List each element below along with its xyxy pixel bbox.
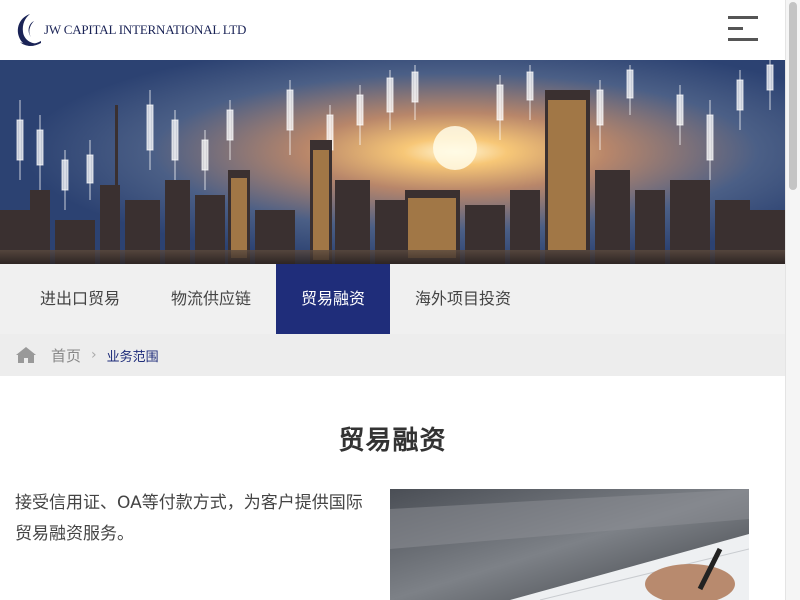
hamburger-menu-icon[interactable] — [728, 16, 760, 42]
chevron-right-icon: › — [91, 347, 97, 363]
logo-text: JW CAPITAL INTERNATIONAL LTD — [44, 22, 247, 37]
city-skyline-image — [0, 60, 785, 264]
scrollbar-thumb[interactable] — [789, 2, 797, 190]
breadcrumb-current[interactable]: 业务范围 — [107, 346, 159, 365]
home-icon[interactable] — [15, 346, 37, 364]
crescent-logo-icon — [17, 14, 41, 46]
section-title: 贸易融资 — [338, 426, 447, 456]
logo[interactable]: JW CAPITAL INTERNATIONAL LTD — [14, 12, 246, 48]
breadcrumb: 首页 › 业务范围 — [0, 334, 785, 376]
tab-trade-finance[interactable]: 贸易融资 — [276, 264, 391, 334]
tab-overseas-investment[interactable]: 海外项目投资 — [390, 264, 536, 334]
tab-logistics[interactable]: 物流供应链 — [146, 264, 276, 334]
site-header: JW CAPITAL INTERNATIONAL LTD — [0, 0, 785, 60]
hero-banner — [0, 60, 785, 264]
category-tabs: 进出口贸易 物流供应链 贸易融资 海外项目投资 — [0, 264, 785, 334]
page: JW CAPITAL INTERNATIONAL LTD 进出口贸易 物流供应链… — [0, 0, 785, 600]
section-description: 接受信用证、OA等付款方式，为客户提供国际贸易融资服务。 — [15, 493, 363, 544]
business-photo — [390, 489, 749, 600]
vertical-scrollbar[interactable] — [785, 0, 800, 600]
tab-import-export[interactable]: 进出口贸易 — [0, 264, 146, 334]
breadcrumb-home-link[interactable]: 首页 — [51, 345, 81, 366]
